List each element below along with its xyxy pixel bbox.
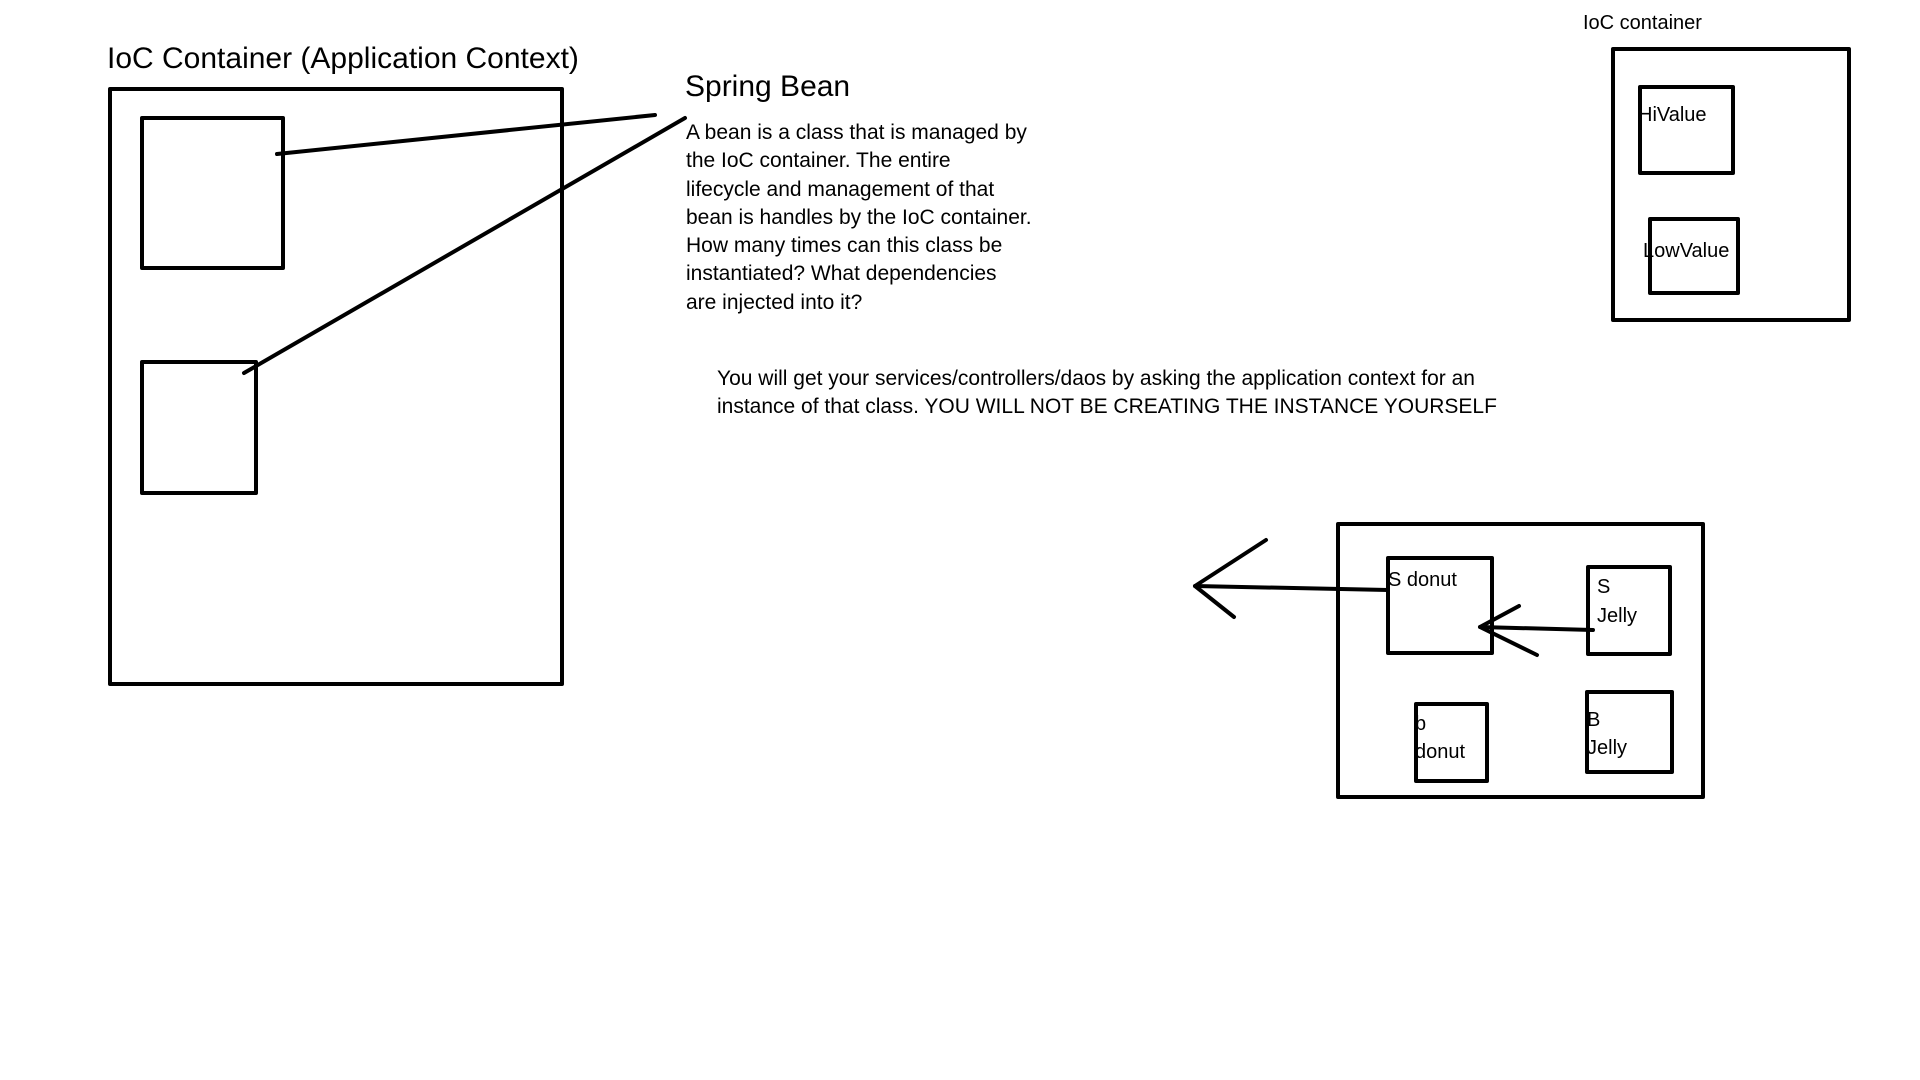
ioc-container-title: IoC Container (Application Context): [107, 42, 579, 75]
description-line: are injected into it?: [686, 290, 863, 314]
note-line: instance of that class. YOU WILL NOT BE …: [717, 395, 1497, 418]
s-jelly-label: S Jelly: [1597, 573, 1637, 631]
spring-bean-description: A bean is a class that is managed by the…: [686, 119, 1032, 317]
b-donut-line: b: [1415, 713, 1427, 735]
lowvalue-label: LowValue: [1643, 240, 1730, 262]
arrowhead-sjelly-to-sdonut: [1478, 604, 1539, 657]
whiteboard-canvas: IoC Container (Application Context) Spri…: [0, 0, 1920, 1080]
description-line: bean is handles by the IoC container.: [686, 205, 1032, 229]
donut-jelly-container-box: [1336, 522, 1705, 799]
b-jelly-label: B Jelly: [1587, 706, 1627, 762]
b-jelly-line: B: [1587, 709, 1601, 731]
bean-box-upper: [140, 116, 285, 270]
connector-line-lower: [242, 116, 687, 375]
arrowhead-sdonut-out: [1193, 538, 1268, 619]
hivalue-box: [1638, 85, 1735, 175]
ioc-container-small-title: IoC container: [1583, 12, 1702, 34]
application-context-note: You will get your services/controllers/d…: [717, 365, 1497, 421]
arrow-sdonut-out: [1193, 584, 1390, 592]
description-line: How many times can this class be: [686, 234, 1003, 258]
s-jelly-line: S: [1597, 576, 1611, 598]
note-line: You will get your services/controllers/d…: [717, 367, 1475, 390]
description-line: instantiated? What dependencies: [686, 262, 997, 286]
description-line: A bean is a class that is managed by: [686, 121, 1027, 144]
b-donut-label: b donut: [1415, 710, 1465, 766]
description-line: lifecycle and management of that: [686, 177, 995, 201]
connector-line-upper: [275, 113, 657, 156]
spring-bean-title: Spring Bean: [685, 70, 851, 103]
description-line: the IoC container. The entire: [686, 149, 951, 173]
bean-box-lower: [140, 360, 258, 495]
b-jelly-line: Jelly: [1587, 737, 1628, 759]
arrow-sjelly-to-sdonut: [1478, 625, 1595, 632]
s-jelly-line: Jelly: [1597, 605, 1638, 627]
b-donut-line: donut: [1415, 741, 1466, 763]
ioc-container-box: [108, 87, 564, 686]
hivalue-label: HiValue: [1638, 104, 1707, 126]
s-donut-label: S donut: [1388, 569, 1457, 591]
